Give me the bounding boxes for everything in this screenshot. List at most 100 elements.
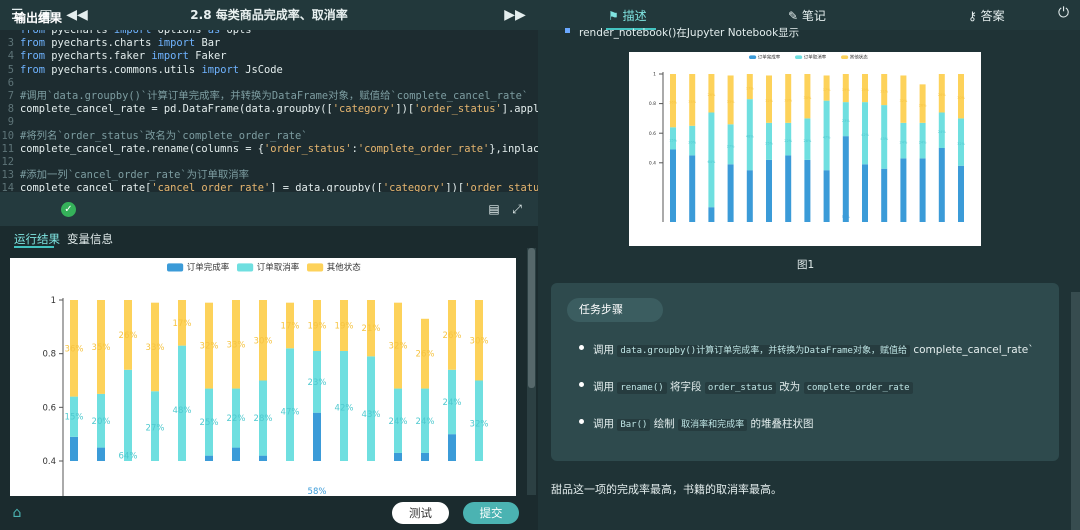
step-2-code: rename() — [617, 382, 667, 394]
code-line[interactable]: 11 complete_cancel_rate.rename(columns = … — [0, 143, 538, 156]
code-line[interactable]: 8 complete_cancel_rate = pd.DataFrame(dat… — [0, 103, 538, 116]
code-token: as — [207, 30, 221, 36]
task-steps-header: 任务步骤 — [567, 298, 663, 322]
bar-segment — [823, 170, 830, 222]
code-token: #将列名`order_status`改名为`complete_order_rat… — [20, 129, 308, 142]
code-token: 'category' — [332, 103, 396, 116]
code-line[interactable]: 13 #添加一列`cancel_order_rate`为订单取消率 — [0, 169, 538, 182]
data-label-other: 36% — [669, 101, 677, 105]
active-tab-underline — [14, 246, 54, 248]
data-label-other: 33% — [146, 343, 165, 353]
data-label-other: 26% — [416, 350, 435, 360]
bar-segment — [394, 452, 402, 461]
data-label-cancel: 48% — [173, 406, 192, 416]
data-label-other: 30% — [957, 96, 965, 100]
bar-segment — [862, 164, 868, 222]
app-root: ☰ ▣ ◀◀ 2.8 每类商品完成率、取消率 ▶▶ from pyecharts… — [0, 0, 1080, 530]
code-line[interactable]: 10 #将列名`order_status`改名为`complete_order_r… — [0, 130, 538, 143]
bar-segment — [205, 455, 213, 461]
data-label-other: 33% — [227, 340, 246, 350]
line-number: 10 — [1, 129, 14, 142]
data-label-other: 35% — [92, 343, 111, 353]
data-label-other: 32% — [765, 99, 773, 103]
bar-segment — [881, 168, 888, 222]
code-token: options — [151, 30, 208, 36]
code-line[interactable]: 12 — [0, 156, 538, 169]
next-lesson-icon[interactable]: ▶▶ — [500, 0, 530, 30]
step-3-code2: 取消率和完成率 — [678, 419, 748, 431]
data-label-other: 26% — [938, 93, 946, 97]
bottom-bar — [0, 496, 538, 530]
output-scrollbar[interactable] — [527, 248, 536, 495]
bar-segment — [900, 158, 907, 222]
data-label-cancel: 42% — [861, 133, 869, 137]
tab-answer-label: 答案 — [980, 9, 1005, 23]
exit-icon[interactable]: ⏻ — [1058, 5, 1069, 21]
code-line[interactable]: 7 #调用`data.groupby()`计算订单完成率，并转换为DataFram… — [0, 90, 538, 103]
code-line[interactable]: from pyecharts import options as opts — [0, 30, 538, 37]
tab-variable-info[interactable]: 变量信息 — [67, 231, 113, 247]
step-1-post: complete_cancel_rate` — [909, 344, 1034, 356]
tab-answer[interactable]: ⚷ 答案 — [968, 7, 1005, 24]
list-bullet — [565, 28, 570, 33]
data-label-cancel: 23% — [308, 378, 327, 388]
settings-icon[interactable]: ⌂ — [2, 498, 32, 528]
data-label-cancel: 23% — [842, 119, 850, 123]
bar-segment — [259, 455, 267, 461]
bar-segment — [313, 412, 321, 461]
legend-label: 订单完成率 — [187, 262, 230, 273]
data-label-other: 33% — [784, 98, 792, 102]
data-label-other: 17% — [173, 319, 192, 329]
data-label-cancel: 43% — [880, 137, 888, 141]
code-line[interactable]: 14 complete_cancel_rate['cancel_order_rat… — [0, 182, 538, 192]
data-label-cancel: 48% — [746, 135, 754, 139]
step-bullet — [579, 419, 584, 424]
legend-label: 订单取消率 — [257, 262, 300, 273]
data-label-other: 35% — [688, 100, 696, 104]
key-icon: ⚷ — [968, 9, 981, 23]
bar-segment — [766, 159, 772, 222]
code-token: import — [113, 30, 152, 36]
tab-describe[interactable]: ⚑ 描述 — [608, 7, 647, 24]
code-editor[interactable]: from pyecharts import options as opts 3 fr… — [0, 30, 538, 192]
line-number: 9 — [7, 116, 14, 129]
step-3-mid2: 的堆叠柱状图 — [747, 418, 814, 430]
right-scrollbar[interactable] — [1071, 292, 1080, 530]
fullscreen-icon[interactable]: ⤢ — [502, 194, 532, 224]
data-label-cancel: 25% — [200, 418, 219, 428]
step-2: 调用 rename() 将字段 order_status 改为 complete… — [593, 379, 913, 394]
data-label-other: 33% — [727, 100, 735, 104]
data-label-cancel: 47% — [823, 135, 831, 139]
tab-run-result[interactable]: 运行结果 — [14, 231, 60, 247]
tab-notes[interactable]: ✎ 笔记 — [788, 7, 826, 24]
data-label-cancel: 64% — [708, 160, 716, 164]
line-number: 3 — [7, 37, 14, 50]
code-line[interactable]: 4 from pyecharts.faker import Faker — [0, 50, 538, 63]
code-token: complete_cancel_rate = pd.DataFrame(data… — [20, 103, 333, 116]
data-label-cancel: 15% — [65, 413, 84, 423]
data-label-other: 30% — [254, 336, 273, 346]
y-tick-label: 0.6 — [649, 131, 656, 137]
code-token: 'order_status' — [263, 142, 352, 155]
code-line[interactable]: 5 from pyecharts.commons.utils import JsC… — [0, 64, 538, 77]
code-token: 'cancel_order_rate' — [151, 182, 271, 192]
submit-button[interactable]: 提交 — [463, 502, 519, 524]
code-line[interactable]: 3 from pyecharts.charts import Bar — [0, 37, 538, 50]
code-token: complete_cancel_rate.rename(columns = { — [20, 142, 264, 155]
code-token: from — [20, 50, 46, 63]
data-label-cancel: 47% — [281, 407, 300, 417]
code-line[interactable]: 9 — [0, 116, 538, 129]
output-scroll-thumb[interactable] — [528, 248, 535, 388]
code-token: Bar — [195, 37, 221, 50]
y-tick-label: 0.8 — [649, 101, 656, 107]
data-label-other: 21% — [880, 90, 888, 94]
test-button[interactable]: 测试 — [392, 502, 449, 524]
step-3-code: Bar() — [617, 419, 651, 431]
y-tick-label: 0.8 — [42, 350, 56, 360]
success-check-icon: ✓ — [61, 202, 76, 217]
code-token: complete_cancel_rate[ — [20, 182, 152, 192]
figure-chart: 订单完成率 订单取消率 其他状态 0.4 0.6 0.8 1 15% 36% 20% 35% 64% 2… — [649, 53, 966, 222]
bar-segment — [919, 158, 926, 222]
code-line[interactable]: 6 — [0, 77, 538, 90]
bar-segment — [804, 159, 811, 222]
